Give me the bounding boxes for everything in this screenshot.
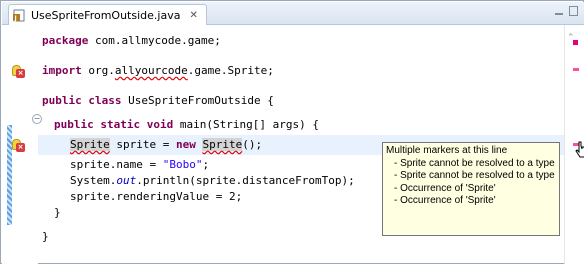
editor-window: J UseSpriteFromOutside.java ✕ × × − pack…: [0, 0, 584, 264]
tab-bar: J UseSpriteFromOutside.java ✕: [2, 2, 584, 25]
code-line-3: import org.allyourcode.game.Sprite;: [42, 64, 274, 77]
error-marker-icon[interactable]: ×: [12, 65, 25, 78]
code-line-7: public static void main(String[] args) {: [54, 118, 319, 131]
tab-title: UseSpriteFromOutside.java: [31, 8, 181, 22]
maximize-icon[interactable]: [569, 6, 578, 16]
overview-marker[interactable]: [573, 68, 579, 71]
close-icon[interactable]: ✕: [189, 10, 197, 21]
editor-tab[interactable]: J UseSpriteFromOutside.java ✕: [8, 4, 207, 25]
code-line-11: sprite.renderingValue = 2;: [70, 190, 243, 203]
mouse-cursor-icon: [575, 141, 584, 158]
tooltip-item: - Sprite cannot be resolved to a type: [394, 170, 555, 181]
svg-text:J: J: [14, 15, 17, 22]
minimize-icon[interactable]: [555, 13, 563, 15]
markers-tooltip: Multiple markers at this line - Sprite c…: [382, 142, 560, 236]
error-marker-icon[interactable]: ×: [12, 139, 25, 152]
tooltip-header: Multiple markers at this line: [386, 145, 508, 156]
window-controls: [555, 6, 578, 16]
collapse-icon[interactable]: −: [32, 114, 42, 124]
code-line-8: Sprite sprite = new Sprite();: [70, 138, 263, 151]
tooltip-item: - Occurrence of 'Sprite': [394, 182, 496, 194]
java-file-icon: J: [13, 9, 25, 22]
code-editor[interactable]: × × − package com.allmycode.game; import…: [2, 25, 584, 264]
code-line-12: }: [54, 206, 61, 219]
tooltip-item: - Sprite cannot be resolved to a type: [394, 157, 555, 169]
code-line-5: public class UseSpriteFromOutside {: [42, 94, 274, 107]
code-line-1: package com.allmycode.game;: [42, 34, 221, 47]
tooltip-item: - Occurrence of 'Sprite': [394, 195, 496, 206]
error-summary-icon[interactable]: [573, 40, 578, 45]
code-line-14: }: [42, 230, 49, 243]
